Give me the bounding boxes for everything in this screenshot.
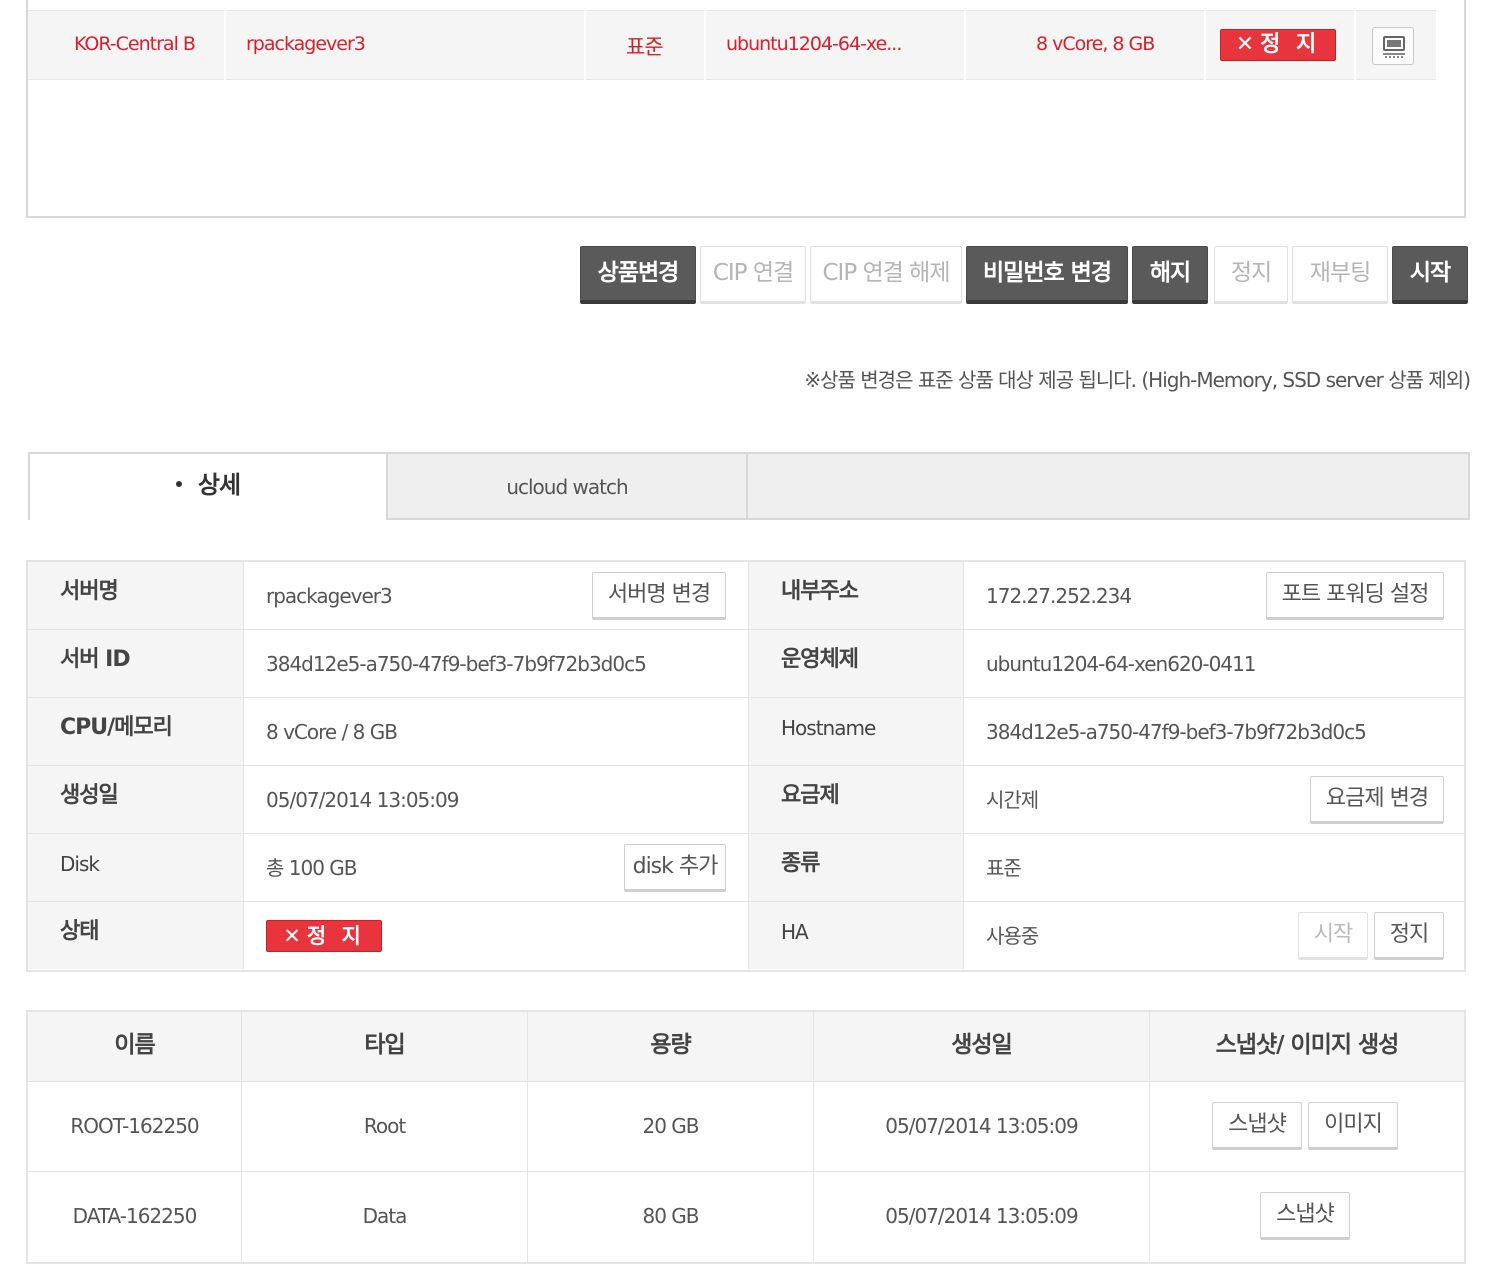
detail-row: 상태 ✕ 정 지 HA 사용중 시작 정지 [28,902,1464,970]
snapshot-button[interactable]: 스냅샷 [1212,1102,1302,1150]
hostname-value: 384d12e5-a750-47f9-bef3-7b9f72b3d0c5 [986,720,1367,744]
detail-row: 생성일 05/07/2014 13:05:09 요금제 시간제 요금제 변경 [28,766,1464,834]
detail-row: CPU/메모리 8 vCore / 8 GB Hostname 384d12e5… [28,698,1464,766]
console-icon [1383,36,1405,58]
disk-size: 20 GB [528,1082,814,1172]
disk-table-header: 이름 타입 용량 생성일 스냅샷/ 이미지 생성 [28,1012,1464,1082]
detail-row: 서버명 rpackagever3 서버명 변경 내부주소 172.27.252.… [28,562,1464,630]
disk-created: 05/07/2014 13:05:09 [814,1172,1150,1262]
kind-value: 표준 [986,856,1022,880]
snapshot-button[interactable]: 스냅샷 [1260,1192,1350,1240]
add-disk-button[interactable]: disk 추가 [624,844,726,892]
tab-detail[interactable]: 상세 [28,452,388,520]
disk-actions: 스냅샷 [1150,1172,1464,1262]
cip-disconnect-button[interactable]: CIP 연결 해제 [810,246,962,304]
change-billing-button[interactable]: 요금제 변경 [1310,776,1444,824]
column-divider [584,1,586,81]
internal-ip-label: 내부주소 [748,562,964,629]
server-name-value: rpackagever3 [266,584,393,608]
server-row[interactable]: KOR-Central B rpackagever3 표준 ubuntu1204… [28,1,1436,81]
header-type: 타입 [242,1012,528,1082]
status-label: 상태 [28,902,244,969]
cip-connect-button[interactable]: CIP 연결 [700,246,806,304]
detail-row: Disk 총 100 GB disk 추가 종류 표준 [28,834,1464,902]
header-size: 용량 [528,1012,814,1082]
disk-type: Root [242,1082,528,1172]
image-button[interactable]: 이미지 [1308,1102,1398,1150]
console-button[interactable] [1372,27,1414,65]
server-name[interactable]: rpackagever3 [246,33,366,55]
server-image: ubuntu1204-64-xe... [726,33,902,55]
server-list-panel: KOR-Central B rpackagever3 표준 ubuntu1204… [26,0,1466,218]
disk-value: 총 100 GB [266,856,358,880]
server-name-label: 서버명 [28,562,244,629]
column-divider [704,1,706,81]
os-value: ubuntu1204-64-xen620-0411 [986,652,1257,676]
server-id-value: 384d12e5-a750-47f9-bef3-7b9f72b3d0c5 [266,652,647,676]
table-row: ROOT-162250 Root 20 GB 05/07/2014 13:05:… [28,1082,1464,1172]
kind-label: 종류 [748,834,964,901]
disk-type: Data [242,1172,528,1262]
tab-filler [746,452,1470,520]
disk-name: DATA-162250 [28,1172,242,1262]
column-divider [964,1,966,81]
created-label: 생성일 [28,766,244,833]
change-server-name-button[interactable]: 서버명 변경 [592,572,726,620]
detail-row: 서버 ID 384d12e5-a750-47f9-bef3-7b9f72b3d0… [28,630,1464,698]
cpu-memory-label: CPU/메모리 [28,698,244,765]
port-forwarding-button[interactable]: 포트 포워딩 설정 [1266,572,1444,620]
status-badge: ✕ 정 지 [1220,29,1336,61]
product-change-note: ※상품 변경은 표준 상품 대상 제공 됩니다. (High-Memory, S… [804,368,1471,392]
ha-value: 사용중 [986,924,1039,948]
ha-stop-button[interactable]: 정지 [1374,912,1444,960]
disk-size: 80 GB [528,1172,814,1262]
header-snapshot-image: 스냅샷/ 이미지 생성 [1215,1032,1400,1058]
server-zone: KOR-Central B [74,33,196,55]
detail-tabs: 상세 ucloud watch [28,452,1470,520]
bullet-icon [175,481,182,487]
header-created: 생성일 [814,1012,1150,1082]
disk-actions: 스냅샷 이미지 [1150,1082,1464,1172]
billing-label: 요금제 [748,766,964,833]
disk-table: 이름 타입 용량 생성일 스냅샷/ 이미지 생성 ROOT-162250 Roo… [26,1010,1466,1264]
status-badge: ✕ 정 지 [266,920,382,952]
billing-value: 시간제 [986,788,1039,812]
os-label: 운영체제 [748,630,964,697]
server-id-label: 서버 ID [28,630,244,697]
stop-button[interactable]: 정지 [1214,246,1288,304]
ha-start-button[interactable]: 시작 [1298,912,1368,960]
disk-label: Disk [28,834,244,901]
column-divider [224,1,226,81]
disk-created: 05/07/2014 13:05:09 [814,1082,1150,1172]
server-detail-table: 서버명 rpackagever3 서버명 변경 내부주소 172.27.252.… [26,560,1466,972]
tab-ucloud-watch[interactable]: ucloud watch [386,452,748,520]
internal-ip-value: 172.27.252.234 [986,584,1132,608]
column-divider [1204,1,1206,81]
disk-name: ROOT-162250 [28,1082,242,1172]
column-divider [1354,1,1356,81]
created-value: 05/07/2014 13:05:09 [266,788,459,812]
cpu-memory-value: 8 vCore / 8 GB [266,720,398,744]
change-product-button[interactable]: 상품변경 [580,246,696,304]
terminate-button[interactable]: 해지 [1132,246,1208,304]
table-row: DATA-162250 Data 80 GB 05/07/2014 13:05:… [28,1172,1464,1262]
reboot-button[interactable]: 재부팅 [1292,246,1388,304]
change-password-button[interactable]: 비밀번호 변경 [966,246,1128,304]
server-type: 표준 [626,35,664,59]
start-button[interactable]: 시작 [1392,246,1468,304]
server-spec: 8 vCore, 8 GB [1036,33,1155,55]
header-name: 이름 [28,1012,242,1082]
hostname-label: Hostname [748,698,964,765]
ha-label: HA [748,902,964,969]
